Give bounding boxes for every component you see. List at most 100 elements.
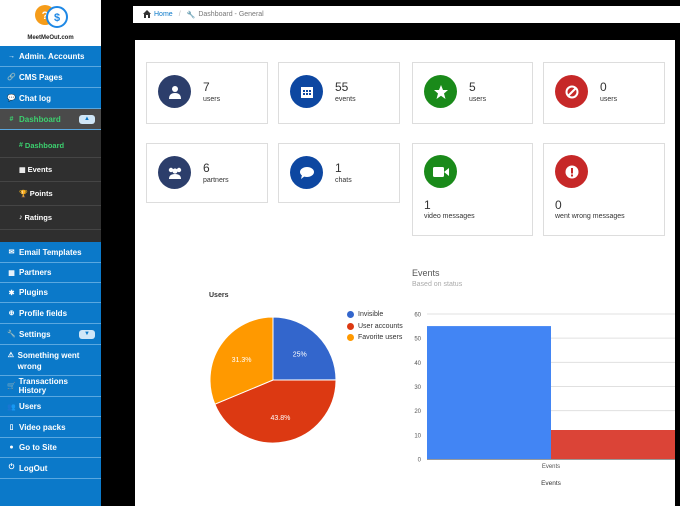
chat-icon xyxy=(290,156,323,189)
stat-card-events[interactable]: 55 events xyxy=(278,62,400,124)
stat-label: users xyxy=(600,96,618,103)
legend-dot xyxy=(347,311,354,319)
sidebar-item-settings[interactable]: 🔧 Settings ▼ xyxy=(0,324,101,345)
logo[interactable]: ? $ MeetMeOut.com xyxy=(0,0,101,46)
sidebar-item-profile-fields[interactable]: ⊕ Profile fields xyxy=(0,303,101,324)
chevron-up-icon[interactable]: ▲ xyxy=(79,114,95,124)
sidebar-item-video-packs[interactable]: ▯ Video packs xyxy=(0,417,101,438)
submenu-item-events[interactable]: ▦ Events xyxy=(0,158,101,182)
transactions-history-icon: 🛒 xyxy=(6,383,16,390)
svg-text:$: $ xyxy=(54,12,60,24)
video-packs-icon: ▯ xyxy=(9,424,14,431)
partners-icon xyxy=(158,156,191,189)
sidebar-item-plugins[interactable]: ✱ Plugins xyxy=(0,283,101,303)
user-icon xyxy=(158,75,191,108)
submenu-item-label: Ratings xyxy=(24,213,53,222)
y-tick-label: 40 xyxy=(414,361,421,367)
stat-card-users[interactable]: 5 users xyxy=(412,62,533,124)
profile-fields-icon: ⊕ xyxy=(8,310,15,317)
sidebar-item-email-templates[interactable]: ✉ Email Templates xyxy=(0,242,101,263)
ratings-icon: ♪ xyxy=(19,214,23,221)
admin-accounts-icon: → xyxy=(8,52,15,60)
sidebar-item-label: CMS Pages xyxy=(19,72,63,82)
home-icon[interactable] xyxy=(143,9,151,20)
submenu-item-ratings[interactable]: ♪ Ratings xyxy=(0,206,101,230)
bar-series-1[interactable] xyxy=(551,430,675,459)
stat-card-users[interactable]: 7 users xyxy=(146,62,268,124)
sidebar-item-go-to-site[interactable]: ● Go to Site xyxy=(0,438,101,458)
pie-legend: Invisible User accounts Favorite users xyxy=(347,309,403,344)
sidebar-item-something-went-wrong[interactable]: ⚠ Something went wrong xyxy=(0,345,101,376)
chevron-down-icon[interactable]: ▼ xyxy=(79,329,95,339)
pie-slice-label: 25% xyxy=(293,351,307,358)
sidebar-item-transactions-history[interactable]: 🛒 Transactions History xyxy=(0,376,101,397)
dashboard-icon: # xyxy=(19,142,23,149)
submenu-item-points[interactable]: 🏆 Points xyxy=(0,182,101,206)
cms-pages-icon: 🔗 xyxy=(7,74,16,81)
stat-card-users[interactable]: 0 users xyxy=(543,62,665,124)
sidebar-item-logout[interactable]: ⏻ LogOut xyxy=(0,458,101,479)
points-icon: 🏆 xyxy=(19,190,28,198)
stat-label: users xyxy=(203,96,221,103)
ban-icon xyxy=(555,75,588,108)
sidebar-item-partners[interactable]: ▦ Partners xyxy=(0,263,101,283)
legend-label: Invisible xyxy=(358,311,384,319)
pie-slice-label: 43.8% xyxy=(270,415,290,422)
breadcrumb-home-link[interactable]: Home xyxy=(154,11,173,18)
stat-card-partners[interactable]: 6 partners xyxy=(146,143,268,203)
x-axis-title: Events xyxy=(541,480,562,487)
logo-text: MeetMeOut.com xyxy=(27,35,74,41)
stat-value: 1 xyxy=(424,198,431,212)
sidebar-item-cms-pages[interactable]: 🔗 CMS Pages xyxy=(0,67,101,88)
legend-dot xyxy=(347,322,354,330)
sidebar-item-label: Something went wrong xyxy=(17,351,80,371)
go-to-site-icon: ● xyxy=(9,444,14,451)
y-tick-label: 60 xyxy=(414,313,421,319)
stat-label: went wrong messages xyxy=(555,213,625,220)
events-chart-subtitle: Based on status xyxy=(412,281,463,288)
submenu-item-dashboard[interactable]: # Dashboard xyxy=(0,134,101,158)
sidebar-item-label: Video packs xyxy=(19,422,66,432)
legend-item-favorite-users[interactable]: Favorite users xyxy=(347,332,403,344)
pie-svg: 25% 43.8% 31.3% xyxy=(209,316,337,444)
sidebar-item-chat-log[interactable]: 💬 Chat log xyxy=(0,88,101,109)
stat-card-went-wrong-messages[interactable]: 0 went wrong messages xyxy=(543,143,665,236)
legend-dot xyxy=(347,334,354,342)
logout-icon: ⏻ xyxy=(8,464,15,471)
logo-icon: ? $ xyxy=(35,5,68,28)
stat-value: 5 xyxy=(469,80,476,94)
sidebar-item-label: Users xyxy=(19,402,42,411)
sidebar-item-users[interactable]: 👥 Users xyxy=(0,397,101,417)
stat-card-video-messages[interactable]: 1 video messages xyxy=(412,143,533,236)
stat-value: 55 xyxy=(335,80,349,94)
sidebar-item-label: Chat log xyxy=(19,93,51,103)
submenu-item-label: Dashboard xyxy=(24,141,65,150)
stat-label: events xyxy=(335,96,356,103)
sidebar: ? $ MeetMeOut.com → Admin. Accounts 🔗 CMS P… xyxy=(0,0,101,506)
bar-series-0[interactable] xyxy=(427,326,551,459)
star-icon xyxy=(424,75,457,108)
stat-value: 0 xyxy=(600,80,607,94)
stat-label: chats xyxy=(335,177,352,184)
chat-log-icon: 💬 xyxy=(7,95,16,102)
legend-item-user-accounts[interactable]: User accounts xyxy=(347,321,403,333)
sidebar-item-label: Partners xyxy=(19,268,52,277)
sidebar-item-dashboard[interactable]: # Dashboard ▲ xyxy=(0,109,101,130)
sidebar-item-label: Go to Site xyxy=(19,443,57,452)
legend-label: Favorite users xyxy=(358,334,403,342)
pie-slice-label: 31.3% xyxy=(232,357,252,364)
legend-item-invisible[interactable]: Invisible xyxy=(347,309,403,321)
sidebar-item-label: Plugins xyxy=(19,288,48,297)
stat-value: 6 xyxy=(203,161,210,175)
stat-label: users xyxy=(469,96,487,103)
pie-slice-invisible[interactable] xyxy=(272,316,337,381)
stat-value: 7 xyxy=(203,80,210,94)
sidebar-item-label: Transactions History xyxy=(18,377,68,395)
y-tick-label: 10 xyxy=(414,433,421,439)
sidebar-item-label: Dashboard xyxy=(19,114,61,124)
stat-card-chats[interactable]: 1 chats xyxy=(278,143,400,203)
dashboard-content: 7 users 55 events 5 users 0 users 6 partners 1 chat… xyxy=(135,40,675,506)
breadcrumb: Home / 🔧 Dashboard - General xyxy=(133,6,680,23)
sidebar-item-admin-accounts[interactable]: → Admin. Accounts xyxy=(0,46,101,67)
calendar-icon xyxy=(290,75,323,108)
